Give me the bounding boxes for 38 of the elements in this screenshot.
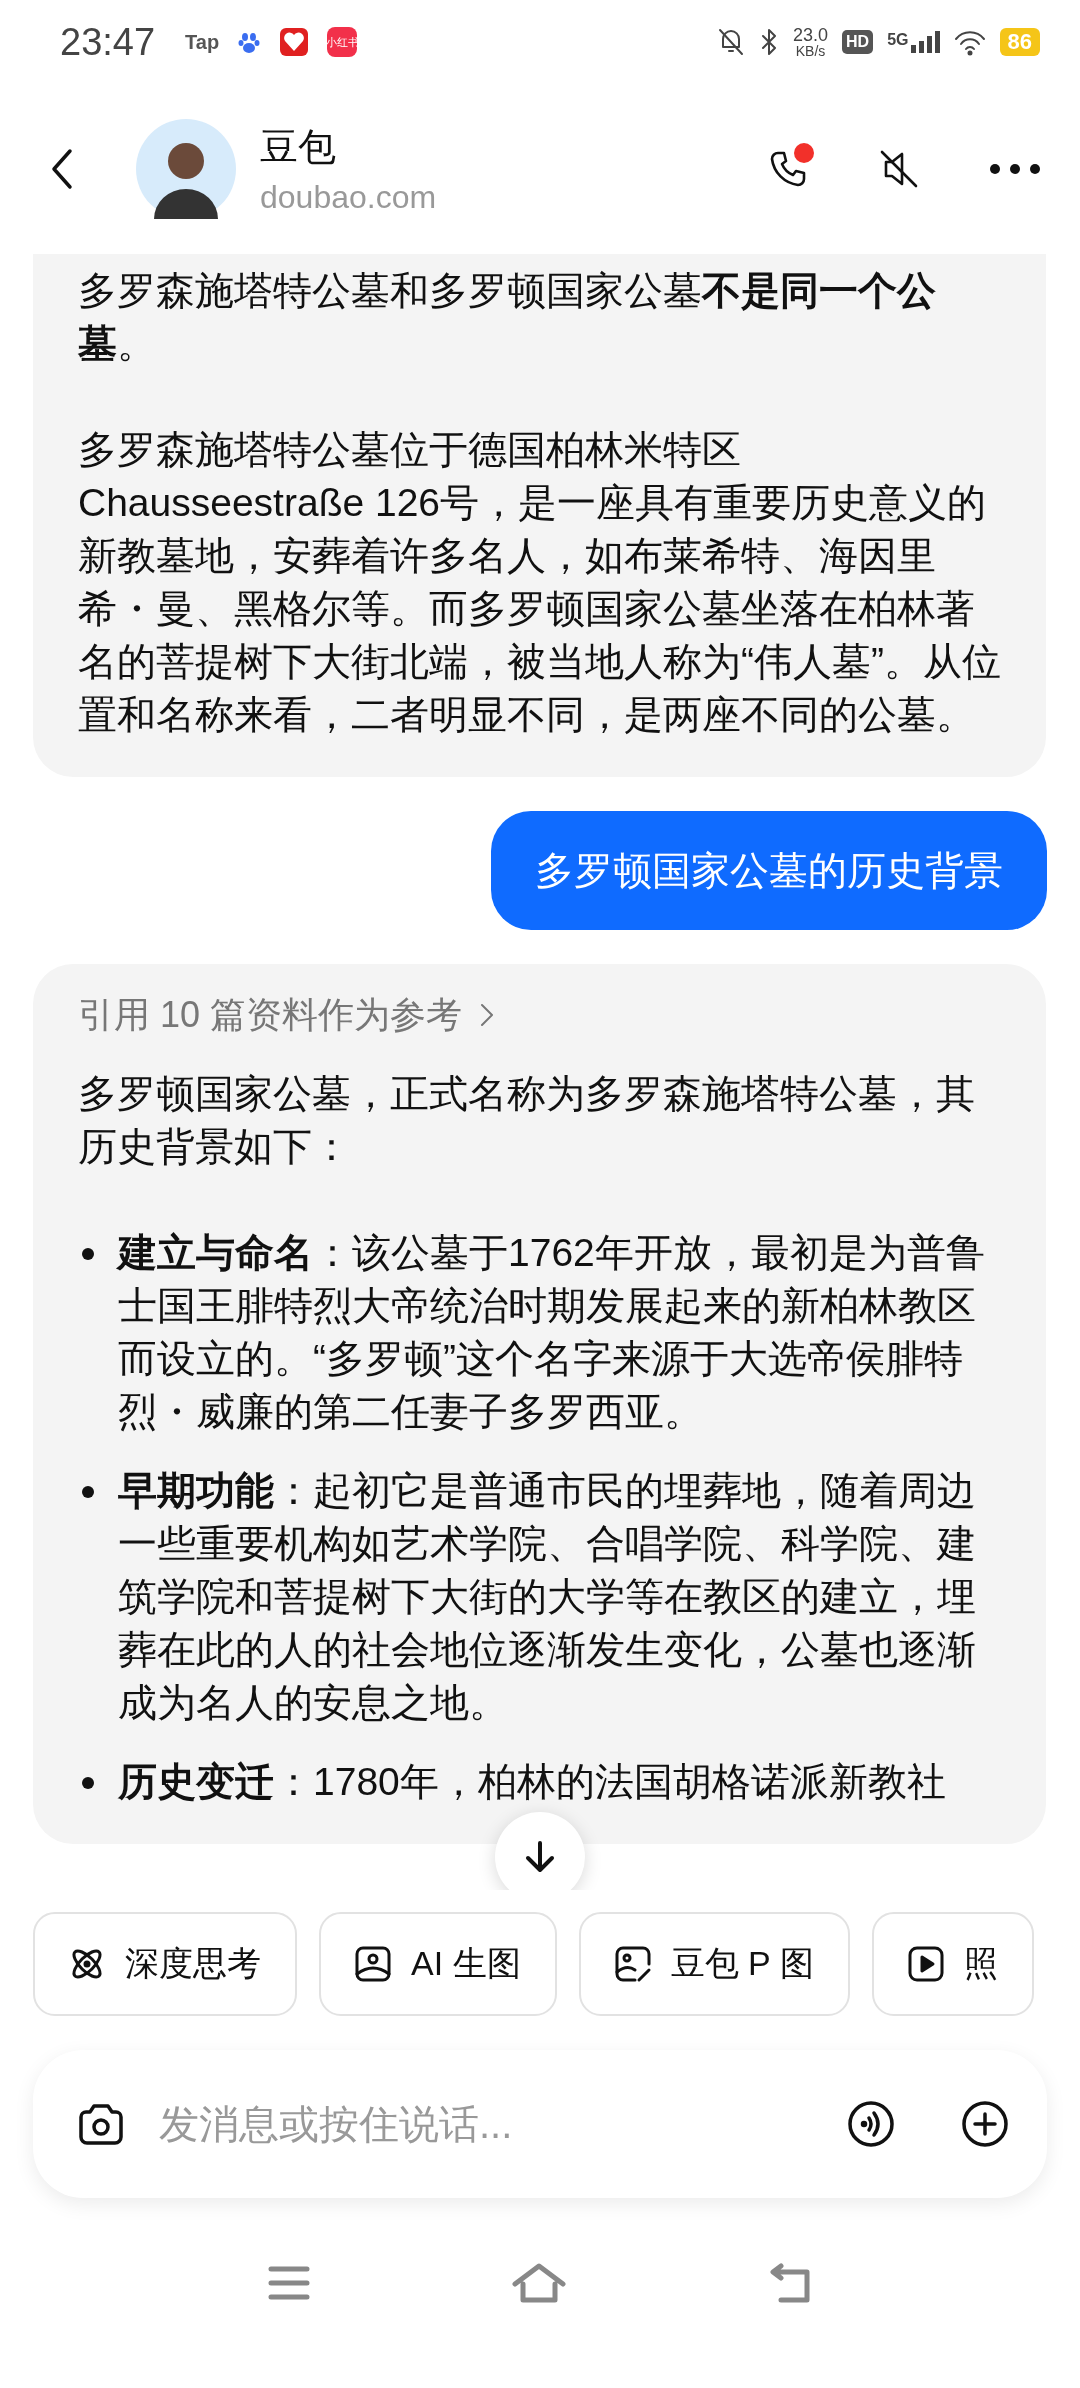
avatar-icon[interactable] [136,119,236,219]
app-notification-icon: Tap [185,30,220,54]
bullet-text: 建立与命名：该公墓于1762年开放，最初是为普鲁士国王腓特烈大帝统治时期发展起来的新柏林教区而设立的。“多罗顿”这个名字来源于大选帝侯腓特烈・威廉的第二任妻子多罗西亚。 [118,1230,986,1435]
bullet-text: 早期功能：起初它是普通市民的埋葬地，随着周边一些重要机构如艺术学院、合唱学院、科学院、建筑学院和菩提树下大街的大学等在教区的建立，埋葬在此的人的社会地位逐渐发生变化，公墓也逐渐成为名人的安息之地。 [118,1468,977,1726]
voice-icon[interactable] [847,2100,895,2148]
chat-title: 豆包 [260,125,337,170]
home-icon[interactable] [511,2262,567,2304]
phone-icon[interactable] [768,149,808,189]
muted-bell-icon [717,27,745,57]
battery-level: 86 [999,28,1040,56]
user-message: 多罗顿国家公墓的历史背景 [491,811,1047,930]
message-text: 多罗森施塔特公墓位于德国柏林米特区Chausseestraße 126号，是一座具有重要历史意义的新教墓地，安葬着许多名人，如布莱希特、海因里希・曼、黑格尔等。而多罗顿国家公墓坐落在柏林著名的菩提树下大街北端，被当地人称为“伟人墓”。从位置和名称来看，二者明显不同，是两座不同的公墓。 [78,427,1001,738]
muted-speaker-icon[interactable] [878,148,920,190]
network-type: 5G [887,31,909,49]
message-text: 多罗森施塔特公墓和多罗顿国家公墓不是同一个公墓。 [78,268,937,367]
signal-icon [910,31,940,53]
shortcut-chip[interactable]: 豆包 P 图 [578,1912,850,2016]
clock-time: 23:47 [60,20,156,64]
bullet-dot [82,1248,94,1260]
network-speed-unit: KB/s [795,44,826,58]
reference-link[interactable]: 引用 10 篇资料作为参考 [78,988,1001,1041]
chat-subtitle: doubao.com [260,179,437,216]
bullet-text: 历史变迁：1780年，柏林的法国胡格诺派新教社 [118,1759,946,1805]
add-icon[interactable] [961,2100,1009,2148]
hd-badge: HD [842,30,874,54]
wifi-icon [953,28,986,56]
bluetooth-icon [759,28,779,56]
shortcut-chip[interactable]: AI 生图 [319,1912,557,2016]
bullet-dot [82,1486,94,1498]
back-nav-icon[interactable] [767,2262,813,2304]
shortcut-chip[interactable]: 照 [871,1912,1034,2016]
message-input[interactable]: 发消息或按住说话... [157,2100,817,2148]
message-text: 多罗顿国家公墓，正式名称为多罗森施塔特公墓，其历史背景如下： [78,1071,976,1170]
bullet-dot [82,1777,94,1789]
network-speed: 23.0 [793,26,829,44]
more-icon[interactable] [990,163,1040,175]
image-icon [353,1944,393,1984]
shortcut-chip[interactable]: 深度思考 [33,1912,297,2016]
